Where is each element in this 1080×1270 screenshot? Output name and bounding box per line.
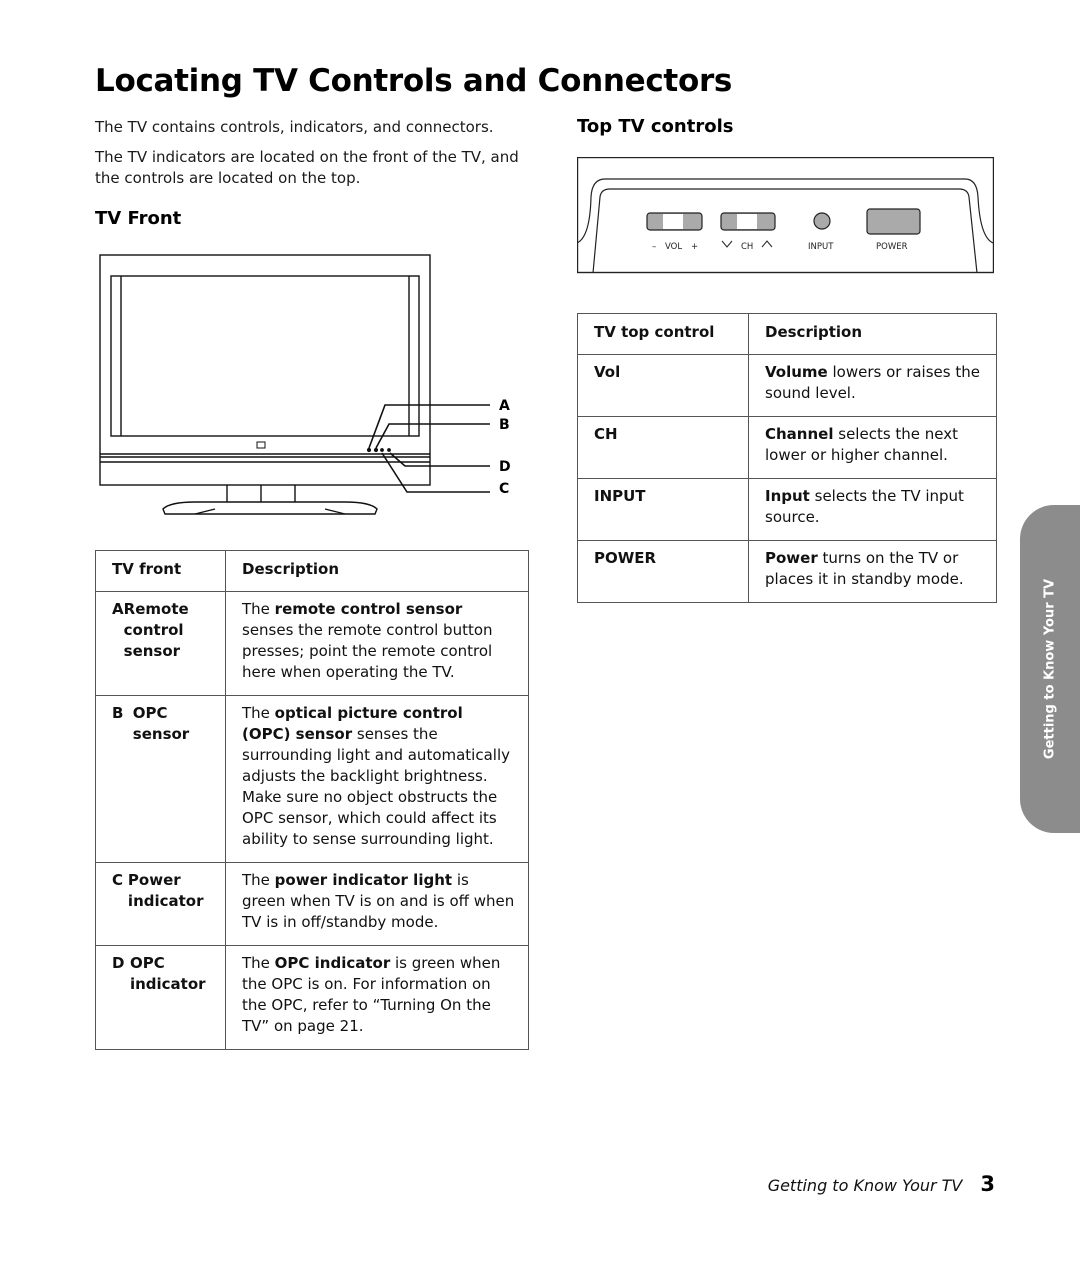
chapter-side-tab[interactable]: Getting to Know Your TV (1020, 505, 1080, 833)
tv-screen (110, 275, 420, 437)
table-row: INPUT Input selects the TV input source. (577, 478, 997, 541)
row-description: The remote control sensor senses the rem… (225, 591, 529, 696)
top-controls-table: TV top control Description Vol Volume lo… (577, 313, 997, 603)
row-term: POWER (577, 540, 749, 603)
ch-rocker-button[interactable] (720, 212, 776, 231)
row-description: Volume lowers or raises the sound level. (748, 354, 997, 417)
callout-line-d (389, 452, 490, 467)
footer-section-title: Getting to Know Your TV (767, 1176, 963, 1195)
power-label: POWER (876, 242, 908, 252)
top-controls-heading: Top TV controls (577, 116, 734, 137)
row-description: Power turns on the TV or places it in st… (748, 540, 997, 603)
callout-label-b: B (499, 417, 510, 433)
channel-down-icon (721, 240, 733, 248)
page-footer: Getting to Know Your TV 3 (768, 1172, 995, 1196)
brand-logo-icon (256, 441, 266, 449)
vol-label: VOL (665, 242, 682, 252)
tv-stand (162, 501, 378, 515)
column-header-description: Description (225, 550, 529, 592)
row-letter: C (112, 871, 124, 889)
intro-paragraph-2: The TV indicators are located on the fro… (95, 148, 519, 187)
row-description: The power indicator light is green when … (225, 862, 529, 946)
input-button[interactable] (813, 212, 831, 230)
row-description: Input selects the TV input source. (748, 478, 997, 541)
row-term: OPC indicator (129, 954, 206, 993)
row-description: The optical picture control (OPC) sensor… (225, 695, 529, 863)
row-letter: A (112, 600, 124, 618)
row-term: Power indicator (127, 871, 204, 910)
table-row: CH Channel selects the next lower or hig… (577, 416, 997, 479)
row-letter: D (112, 954, 125, 972)
callout-label-a: A (499, 398, 510, 414)
table-row: A Remote control sensor The remote contro… (95, 591, 529, 696)
opc-indicator-dot (387, 448, 391, 452)
column-header-tv-top-control: TV top control (577, 313, 749, 355)
power-indicator-dot (380, 448, 384, 452)
table-row: B OPC sensor The optical picture control … (95, 695, 529, 863)
row-term: Remote control sensor (123, 600, 189, 660)
row-term: CH (577, 416, 749, 479)
callout-label-d: D (499, 459, 511, 475)
chapter-side-tab-label: Getting to Know Your TV (1042, 578, 1058, 760)
tv-front-table: TV front Description A Remote control sen… (95, 550, 529, 1050)
page-number: 3 (980, 1172, 995, 1196)
ch-label: CH (741, 242, 753, 252)
vol-rocker-button[interactable] (646, 212, 703, 231)
channel-up-icon (761, 240, 773, 248)
power-button[interactable] (866, 208, 921, 235)
table-row: D OPC indicator The OPC indicator is gree… (95, 945, 529, 1050)
table-row: POWER Power turns on the TV or places it… (577, 540, 997, 603)
callout-line-c (381, 452, 490, 493)
callout-label-c: C (499, 481, 509, 497)
row-description: The OPC indicator is green when the OPC … (225, 945, 529, 1050)
top-panel-frame (577, 157, 994, 274)
intro-paragraph-1: The TV contains controls, indicators, an… (95, 118, 494, 136)
row-description: Channel selects the next lower or higher… (748, 416, 997, 479)
column-header-description: Description (748, 313, 997, 355)
table-header-row: TV front Description (95, 550, 529, 592)
row-letter: B (112, 704, 124, 722)
remote-sensor-dot (366, 447, 372, 453)
tv-front-heading: TV Front (95, 208, 182, 229)
row-term: Vol (577, 354, 749, 417)
top-controls-diagram: – VOL + CH INPUT POWER (577, 157, 994, 274)
table-row: Vol Volume lowers or raises the sound le… (577, 354, 997, 417)
opc-sensor-dot (373, 447, 379, 453)
page-title: Locating TV Controls and Connectors (95, 63, 733, 99)
row-term: OPC sensor (132, 704, 190, 743)
vol-plus-label: + (691, 242, 698, 252)
table-row: C Power indicator The power indicator lig… (95, 862, 529, 946)
row-term: INPUT (577, 478, 749, 541)
vol-minus-label: – (652, 242, 656, 252)
column-header-tv-front: TV front (95, 550, 226, 592)
tv-front-diagram: A B D C (99, 254, 511, 515)
table-header-row: TV top control Description (577, 313, 997, 355)
input-label: INPUT (808, 242, 834, 252)
